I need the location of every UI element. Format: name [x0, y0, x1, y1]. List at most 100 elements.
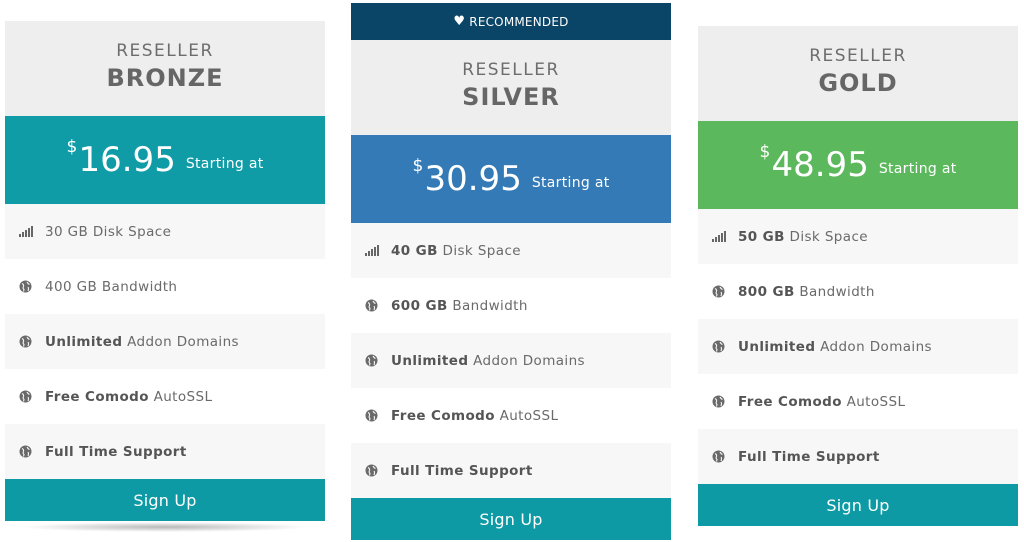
feature-label: Unlimited Addon Domains: [738, 339, 932, 355]
feature-text: Bandwidth: [447, 297, 528, 314]
feature-item: Free Comodo AutoSSL: [5, 369, 325, 424]
heart-icon: ♥: [453, 14, 466, 29]
plan-header: RESELLER BRONZE: [5, 21, 325, 116]
feature-label: 600 GB Bandwidth: [391, 298, 528, 314]
feature-item: Full Time Support: [5, 424, 325, 479]
feature-label: Free Comodo AutoSSL: [45, 389, 212, 405]
globe-icon: [365, 464, 391, 477]
sign-up-button[interactable]: Sign Up: [698, 484, 1018, 526]
feature-highlight: Unlimited: [391, 352, 469, 369]
feature-label: 400 GB Bandwidth: [45, 279, 177, 295]
plan-name: SILVER: [462, 83, 560, 111]
feature-item: Unlimited Addon Domains: [351, 333, 671, 388]
price-value: 16.95: [78, 140, 176, 180]
feature-label: 30 GB Disk Space: [45, 224, 171, 240]
feature-highlight: 600 GB: [391, 297, 448, 314]
feature-highlight: Free Comodo: [45, 388, 149, 405]
feature-text: Addon Domains: [468, 352, 585, 369]
feature-list: 30 GB Disk Space 400 GB Bandwidth Unlimite…: [5, 204, 325, 479]
feature-text: AutoSSL: [494, 407, 559, 424]
plan-header: RESELLER GOLD: [698, 26, 1018, 121]
feature-text: Disk Space: [437, 242, 521, 259]
plan-tier: RESELLER: [116, 41, 214, 61]
globe-icon: [19, 280, 45, 293]
starting-at-label: Starting at: [878, 161, 957, 177]
feature-text: Addon Domains: [815, 338, 932, 355]
feature-highlight: Unlimited: [45, 333, 123, 350]
globe-icon: [712, 340, 738, 353]
currency-symbol: $: [412, 156, 424, 176]
starting-at-label: Starting at: [531, 175, 610, 191]
feature-text: Bandwidth: [794, 283, 875, 300]
card-shadow: [20, 522, 310, 532]
feature-label: 800 GB Bandwidth: [738, 284, 875, 300]
plan-name: BRONZE: [106, 64, 224, 92]
plan-card-gold: RESELLER GOLD $48.95 Starting at 50 GB D…: [698, 26, 1018, 526]
feature-label: Full Time Support: [45, 444, 187, 460]
feature-item: 30 GB Disk Space: [5, 204, 325, 259]
feature-label: 40 GB Disk Space: [391, 243, 521, 259]
sign-up-button[interactable]: Sign Up: [351, 498, 671, 540]
feature-text: 30 GB Disk Space: [45, 223, 172, 240]
sign-up-button[interactable]: Sign Up: [5, 479, 325, 521]
plan-card-bronze: RESELLER BRONZE $16.95 Starting at 30 GB…: [5, 21, 325, 521]
signal-bars-icon: [19, 226, 45, 237]
price-amount: $30.95: [412, 158, 522, 199]
price-block: $30.95 Starting at: [351, 135, 671, 223]
currency-symbol: $: [66, 137, 78, 157]
globe-icon: [19, 445, 45, 458]
feature-highlight: Free Comodo: [738, 393, 842, 410]
feature-text: AutoSSL: [148, 388, 213, 405]
feature-item: Free Comodo AutoSSL: [351, 388, 671, 443]
feature-item: Unlimited Addon Domains: [698, 319, 1018, 374]
feature-highlight: 40 GB: [391, 242, 438, 259]
feature-label: 50 GB Disk Space: [738, 229, 868, 245]
feature-label: Unlimited Addon Domains: [45, 334, 239, 350]
plan-name: GOLD: [818, 69, 898, 97]
feature-list: 50 GB Disk Space 800 GB Bandwidth Unlimite…: [698, 209, 1018, 484]
feature-item: Free Comodo AutoSSL: [698, 374, 1018, 429]
feature-item: Unlimited Addon Domains: [5, 314, 325, 369]
feature-highlight: Full Time Support: [45, 443, 187, 460]
feature-item: 800 GB Bandwidth: [698, 264, 1018, 319]
feature-label: Unlimited Addon Domains: [391, 353, 585, 369]
recommended-ribbon: ♥ RECOMMENDED: [351, 3, 671, 40]
feature-label: Free Comodo AutoSSL: [738, 394, 905, 410]
feature-text: Disk Space: [784, 228, 868, 245]
recommended-label: RECOMMENDED: [469, 14, 569, 29]
plan-tier: RESELLER: [809, 46, 907, 66]
feature-highlight: Full Time Support: [738, 448, 880, 465]
globe-icon: [19, 335, 45, 348]
signal-bars-icon: [365, 245, 391, 256]
feature-item: Full Time Support: [698, 429, 1018, 484]
feature-text: Addon Domains: [122, 333, 239, 350]
feature-highlight: Unlimited: [738, 338, 816, 355]
feature-label: Full Time Support: [738, 449, 880, 465]
feature-text: AutoSSL: [841, 393, 906, 410]
feature-highlight: Full Time Support: [391, 462, 533, 479]
feature-item: Full Time Support: [351, 443, 671, 498]
plan-card-silver: ♥ RECOMMENDED RESELLER SILVER $30.95 Sta…: [351, 3, 671, 540]
starting-at-label: Starting at: [185, 156, 264, 172]
feature-list: 40 GB Disk Space 600 GB Bandwidth Unlimite…: [351, 223, 671, 498]
feature-item: 40 GB Disk Space: [351, 223, 671, 278]
globe-icon: [712, 285, 738, 298]
feature-highlight: 50 GB: [738, 228, 785, 245]
price-amount: $48.95: [759, 144, 869, 185]
plan-header: RESELLER SILVER: [351, 40, 671, 135]
globe-icon: [712, 450, 738, 463]
price-value: 30.95: [424, 159, 522, 199]
globe-icon: [365, 299, 391, 312]
feature-label: Full Time Support: [391, 463, 533, 479]
globe-icon: [365, 409, 391, 422]
price-block: $16.95 Starting at: [5, 116, 325, 204]
globe-icon: [19, 390, 45, 403]
feature-highlight: 800 GB: [738, 283, 795, 300]
price-value: 48.95: [771, 145, 869, 185]
feature-item: 50 GB Disk Space: [698, 209, 1018, 264]
signal-bars-icon: [712, 231, 738, 242]
currency-symbol: $: [759, 142, 771, 162]
feature-item: 600 GB Bandwidth: [351, 278, 671, 333]
feature-text: 400 GB Bandwidth: [45, 278, 178, 295]
feature-highlight: Free Comodo: [391, 407, 495, 424]
